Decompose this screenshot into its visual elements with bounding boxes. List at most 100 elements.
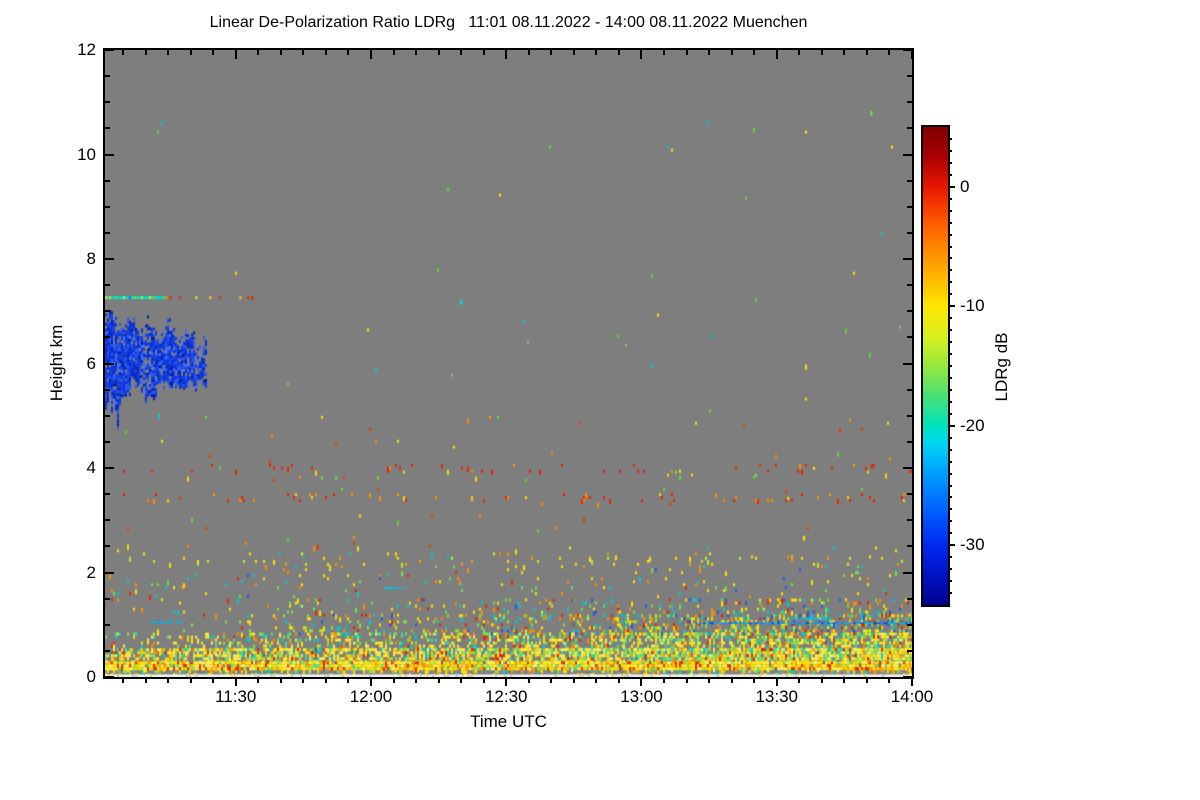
- x-minor-tick-bottom: [324, 679, 327, 683]
- y-minor-tick-left: [105, 336, 110, 339]
- colorbar-label: LDRg dB: [992, 332, 1011, 402]
- x-minor-tick-top: [347, 50, 350, 55]
- colorbar-minor-tick: [948, 484, 952, 487]
- colorbar-tick-label: 0: [960, 176, 970, 196]
- x-minor-tick-bottom: [843, 679, 846, 683]
- x-minor-tick-top: [392, 50, 395, 55]
- x-minor-tick-top: [865, 50, 868, 55]
- y-minor-tick-left: [105, 493, 110, 496]
- x-minor-tick-top: [663, 50, 666, 55]
- y-major-tick-left: [105, 571, 114, 574]
- x-minor-tick-top: [302, 50, 305, 55]
- colorbar-minor-tick: [948, 197, 952, 200]
- colorbar-major-tick: [948, 424, 955, 427]
- x-minor-tick-bottom: [460, 679, 463, 683]
- y-minor-tick-right: [907, 414, 912, 417]
- x-minor-tick-bottom: [888, 679, 891, 683]
- y-minor-tick-right: [907, 101, 912, 104]
- y-minor-tick-right: [907, 336, 912, 339]
- colorbar-minor-tick: [948, 460, 952, 463]
- colorbar-minor-tick: [948, 353, 952, 356]
- x-minor-tick-bottom: [820, 679, 823, 683]
- x-major-tick-top: [234, 50, 237, 59]
- y-minor-tick-left: [105, 414, 110, 417]
- y-minor-tick-left: [105, 545, 110, 548]
- colorbar-minor-tick: [948, 317, 952, 320]
- colorbar-tick-label: -30: [960, 535, 985, 555]
- y-minor-tick-right: [907, 205, 912, 208]
- x-minor-tick-top: [144, 50, 147, 55]
- x-minor-tick-bottom: [572, 679, 575, 683]
- x-minor-tick-top: [257, 50, 260, 55]
- x-minor-tick-top: [167, 50, 170, 55]
- x-minor-tick-bottom: [415, 679, 418, 683]
- y-major-tick-left: [105, 467, 114, 469]
- y-tick-label: 8: [86, 249, 96, 268]
- x-minor-tick-bottom: [167, 679, 170, 683]
- y-major-tick-left: [105, 153, 114, 156]
- y-minor-tick-left: [105, 284, 110, 287]
- x-minor-tick-bottom: [595, 679, 598, 683]
- colorbar-minor-tick: [948, 365, 952, 367]
- x-minor-tick-top: [753, 50, 756, 55]
- colorbar-minor-tick: [948, 173, 952, 176]
- x-minor-tick-top: [437, 50, 440, 55]
- colorbar-minor-tick: [948, 496, 952, 499]
- x-minor-tick-bottom: [550, 679, 553, 683]
- y-major-tick-right: [903, 258, 912, 260]
- colorbar-minor-tick: [948, 592, 952, 595]
- x-tick-label: 13:30: [755, 687, 798, 706]
- colorbar-minor-tick: [948, 556, 952, 559]
- x-minor-tick-bottom: [257, 679, 260, 683]
- y-minor-tick-right: [907, 127, 912, 130]
- x-minor-tick-top: [595, 50, 598, 55]
- x-minor-tick-bottom: [685, 679, 688, 683]
- y-minor-tick-left: [105, 597, 110, 600]
- x-tick-label: 11:30: [215, 687, 257, 706]
- colorbar-minor-tick: [948, 448, 952, 451]
- x-minor-tick-top: [324, 50, 327, 55]
- colorbar-minor-tick: [948, 161, 952, 164]
- y-major-tick-right: [903, 153, 912, 156]
- colorbar-tick-label: -20: [960, 415, 985, 435]
- x-major-tick-bottom: [505, 679, 508, 686]
- y-major-tick-right: [903, 49, 912, 51]
- y-minor-tick-right: [907, 597, 912, 600]
- x-minor-tick-bottom: [730, 679, 733, 683]
- colorbar-minor-tick: [948, 400, 952, 403]
- colorbar-minor-tick: [948, 281, 952, 284]
- x-minor-tick-top: [122, 50, 125, 55]
- x-minor-tick-top: [460, 50, 463, 55]
- colorbar-minor-tick: [948, 532, 952, 535]
- x-tick-label: 14:00: [890, 687, 934, 706]
- x-minor-tick-bottom: [212, 679, 215, 683]
- x-major-tick-top: [369, 50, 372, 59]
- colorbar: [921, 125, 950, 607]
- colorbar-minor-tick: [948, 245, 952, 248]
- y-minor-tick-left: [105, 649, 110, 652]
- y-minor-tick-right: [907, 179, 912, 182]
- x-tick-label: 12:30: [484, 687, 528, 706]
- heatmap-canvas: [105, 50, 912, 677]
- colorbar-minor-tick: [948, 568, 952, 571]
- y-minor-tick-left: [105, 101, 110, 104]
- x-minor-tick-top: [888, 50, 891, 55]
- x-tick-label: 13:00: [620, 687, 663, 706]
- colorbar-minor-tick: [948, 508, 952, 511]
- chart-title: Linear De-Polarization Ratio LDRg 11:01 …: [209, 14, 808, 31]
- x-minor-tick-top: [482, 50, 485, 55]
- x-major-tick-bottom: [234, 679, 237, 686]
- x-minor-tick-bottom: [189, 679, 192, 683]
- x-minor-tick-bottom: [708, 679, 711, 683]
- colorbar-minor-tick: [948, 520, 952, 523]
- x-major-tick-top: [505, 50, 508, 59]
- colorbar-minor-tick: [948, 329, 952, 332]
- x-axis-label: Time UTC: [470, 712, 547, 731]
- y-minor-tick-left: [105, 75, 110, 78]
- colorbar-minor-tick: [948, 580, 952, 583]
- y-minor-tick-left: [105, 440, 110, 443]
- plot-area: [103, 48, 914, 679]
- x-minor-tick-bottom: [617, 679, 620, 683]
- x-minor-tick-bottom: [144, 679, 147, 683]
- x-minor-tick-top: [820, 50, 823, 55]
